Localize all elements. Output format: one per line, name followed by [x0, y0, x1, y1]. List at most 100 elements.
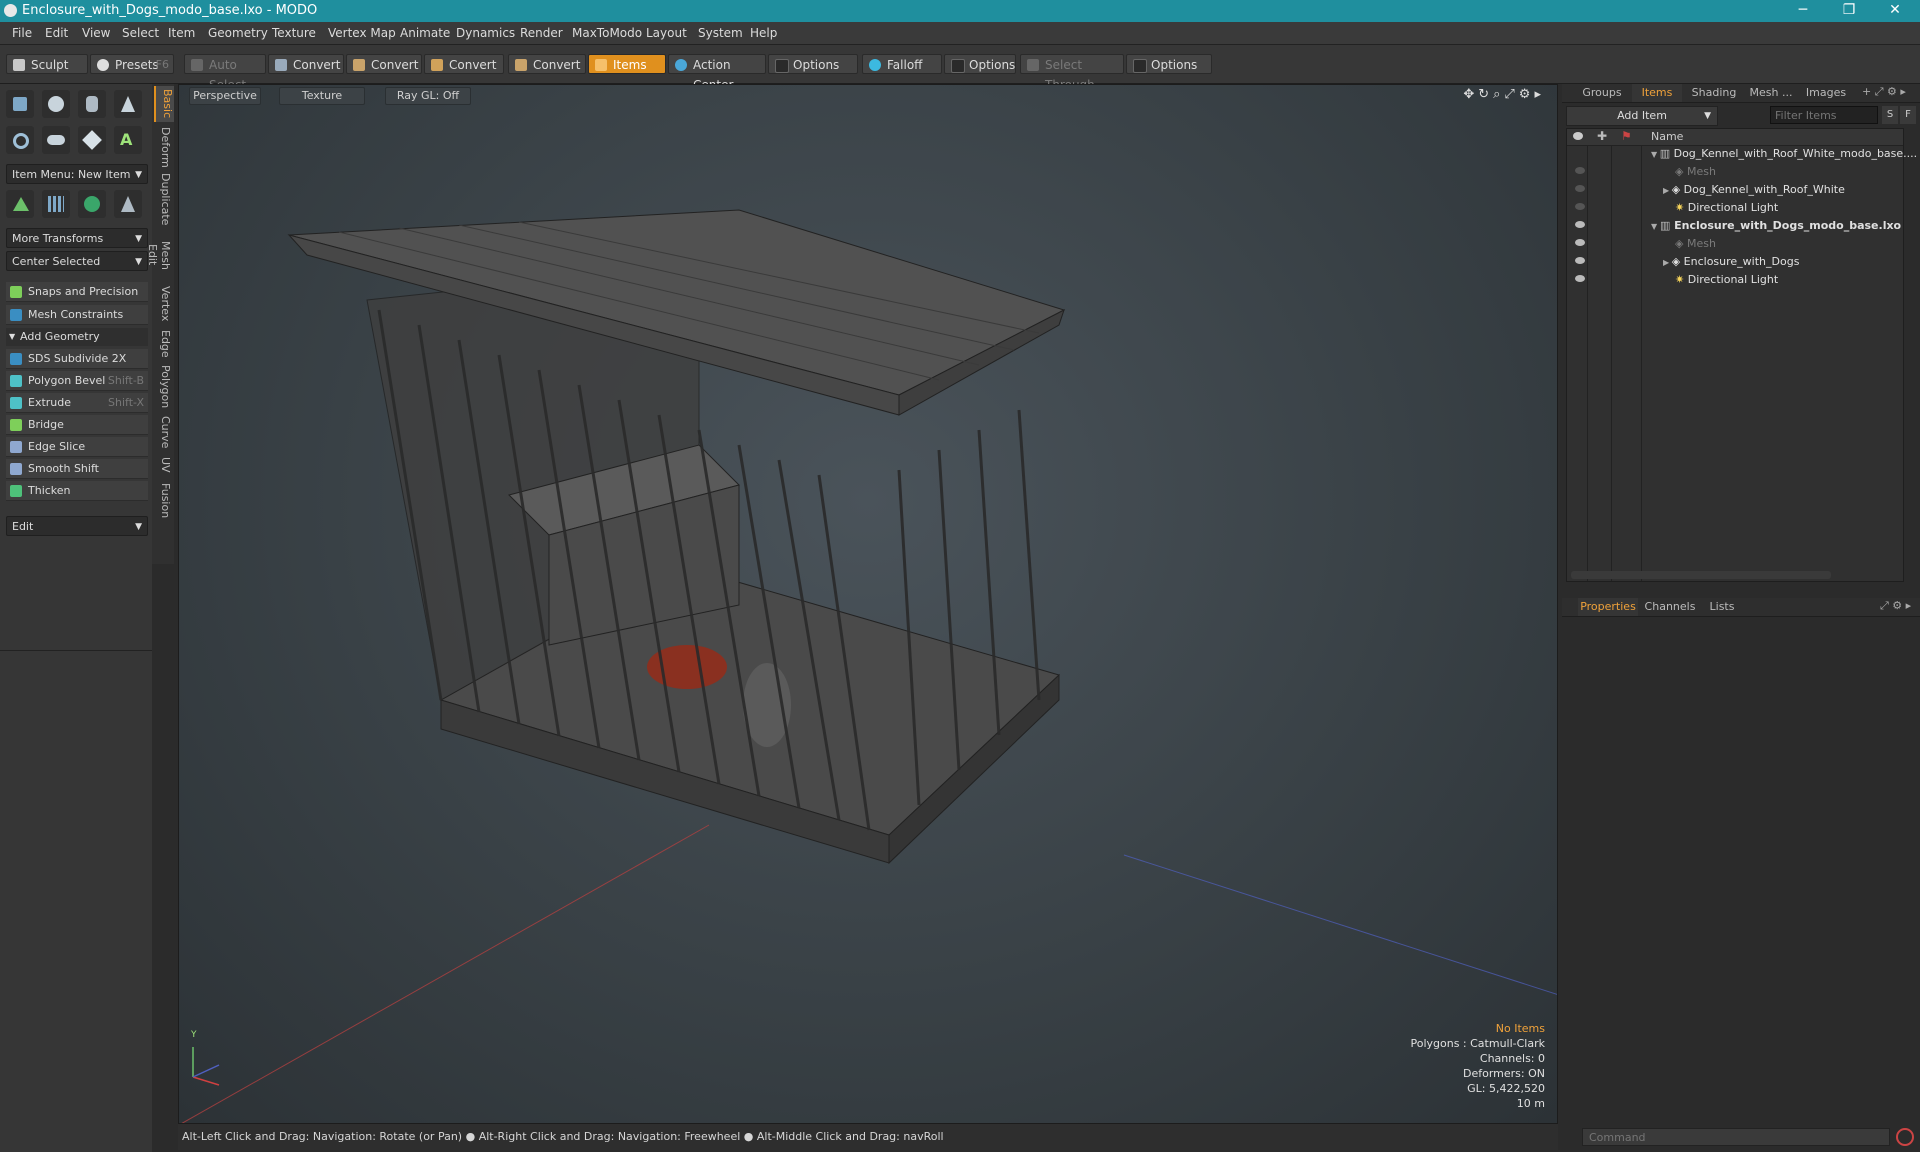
- vtab-mesh-edit[interactable]: Mesh Edit: [146, 230, 172, 280]
- menu-file[interactable]: File: [12, 26, 32, 40]
- menu-layout[interactable]: Layout: [646, 26, 687, 40]
- tab-mesh[interactable]: Mesh ...: [1744, 84, 1798, 102]
- vtab-curve[interactable]: Curve: [154, 414, 172, 450]
- globe-icon[interactable]: [78, 190, 106, 218]
- grid-icon[interactable]: [42, 190, 70, 218]
- add-item-dropdown[interactable]: Add Item ▼: [1566, 106, 1718, 126]
- record-icon[interactable]: [1896, 1128, 1914, 1146]
- tab-channels[interactable]: Channels: [1642, 598, 1698, 616]
- presets-button[interactable]: Presets F6: [90, 54, 174, 74]
- convert-button-3[interactable]: Convert: [424, 54, 504, 74]
- convert-button-4[interactable]: Convert: [508, 54, 586, 74]
- extrude-button[interactable]: Extrude Shift-X: [6, 393, 148, 413]
- tree-item-scene-kennel[interactable]: ▼ ▥ Dog_Kennel_with_Roof_White_modo_base…: [1651, 145, 1917, 163]
- minimize-button[interactable]: ─: [1780, 0, 1826, 22]
- capsule-primitive-icon[interactable]: [42, 126, 70, 154]
- convert-button-2[interactable]: Convert: [346, 54, 422, 74]
- tab-shading[interactable]: Shading: [1686, 84, 1742, 102]
- options-button-2[interactable]: Options: [944, 54, 1016, 74]
- tree-item-kennel-mesh[interactable]: ▶ ◈ Dog_Kennel_with_Roof_White: [1663, 181, 1845, 199]
- filter-s-button[interactable]: S: [1882, 106, 1898, 124]
- visibility-eye-icon[interactable]: [1575, 275, 1585, 282]
- filter-items-input[interactable]: [1770, 106, 1878, 124]
- menu-render[interactable]: Render: [520, 26, 563, 40]
- panel-options-icon[interactable]: ⤢ ⚙ ▸: [1880, 599, 1911, 613]
- vtab-edge[interactable]: Edge: [154, 328, 172, 360]
- visibility-eye-icon[interactable]: [1575, 203, 1585, 210]
- options-button-1[interactable]: Options: [768, 54, 858, 74]
- menu-dynamics[interactable]: Dynamics: [456, 26, 515, 40]
- cylinder-primitive-icon[interactable]: [78, 90, 106, 118]
- tab-groups[interactable]: Groups: [1576, 84, 1628, 102]
- edge-slice-button[interactable]: Edge Slice: [6, 437, 148, 457]
- tree-item-scene-enclosure[interactable]: ▼ ▥ Enclosure_with_Dogs_modo_base.lxo: [1651, 217, 1901, 235]
- name-column-header[interactable]: Name: [1651, 130, 1683, 143]
- vtab-vertex[interactable]: Vertex: [154, 284, 172, 324]
- 3d-viewport[interactable]: Perspective Texture Ray GL: Off ✥↻⌕⤢⚙▸ Y…: [178, 84, 1558, 1124]
- polygon-bevel-button[interactable]: Polygon Bevel Shift-B: [6, 371, 148, 391]
- visibility-eye-icon[interactable]: [1575, 185, 1585, 192]
- action-center-button[interactable]: Action Center: [668, 54, 766, 92]
- menu-vertex-map[interactable]: Vertex Map: [328, 26, 396, 40]
- menu-select[interactable]: Select: [122, 26, 159, 40]
- menu-animate[interactable]: Animate: [400, 26, 450, 40]
- pen-tool-icon[interactable]: [78, 126, 106, 154]
- menu-geometry[interactable]: Geometry: [208, 26, 268, 40]
- edit-dropdown[interactable]: Edit ▼: [6, 516, 148, 536]
- torus-primitive-icon[interactable]: [6, 126, 34, 154]
- maximize-button[interactable]: ❐: [1826, 0, 1872, 22]
- pyramid-icon[interactable]: [114, 190, 142, 218]
- tab-items[interactable]: Items: [1632, 84, 1682, 102]
- tree-item-mesh[interactable]: ◈ Mesh: [1675, 235, 1716, 253]
- visibility-eye-icon[interactable]: [1575, 239, 1585, 246]
- vtab-deform[interactable]: Deform: [154, 126, 172, 168]
- sds-subdivide-button[interactable]: SDS Subdivide 2X: [6, 349, 148, 369]
- falloff-button[interactable]: Falloff: [862, 54, 942, 74]
- mesh-constraints-button[interactable]: Mesh Constraints: [6, 305, 148, 325]
- vtab-basic[interactable]: Basic: [154, 86, 174, 122]
- tree-item-enclosure-mesh[interactable]: ▶ ◈ Enclosure_with_Dogs: [1663, 253, 1799, 271]
- item-menu-dropdown[interactable]: Item Menu: New Item ▼: [6, 164, 148, 184]
- menu-item[interactable]: Item: [168, 26, 195, 40]
- cone-primitive-icon[interactable]: [114, 90, 142, 118]
- menu-system[interactable]: System: [698, 26, 743, 40]
- visibility-eye-icon[interactable]: [1575, 167, 1585, 174]
- add-tab-icon[interactable]: + ⤢ ⚙ ▸: [1862, 85, 1906, 99]
- auto-select-button[interactable]: Auto Select: [184, 54, 266, 92]
- center-selected-dropdown[interactable]: Center Selected ▼: [6, 251, 148, 271]
- cube-primitive-icon[interactable]: [6, 90, 34, 118]
- menu-view[interactable]: View: [82, 26, 110, 40]
- text-tool-icon[interactable]: A: [114, 126, 142, 154]
- filter-f-button[interactable]: F: [1900, 106, 1916, 124]
- tab-properties[interactable]: Properties: [1578, 598, 1638, 616]
- vtab-uv[interactable]: UV: [154, 454, 172, 476]
- horizontal-scrollbar[interactable]: [1571, 571, 1831, 579]
- close-button[interactable]: ✕: [1872, 0, 1918, 22]
- smooth-shift-button[interactable]: Smooth Shift: [6, 459, 148, 479]
- command-input[interactable]: [1582, 1128, 1890, 1146]
- tree-item-mesh[interactable]: ◈ Mesh: [1675, 163, 1716, 181]
- options-button-3[interactable]: Options: [1126, 54, 1212, 74]
- tree-item-light[interactable]: ✷ Directional Light: [1675, 271, 1778, 289]
- snaps-precision-button[interactable]: Snaps and Precision: [6, 282, 148, 302]
- menu-texture[interactable]: Texture: [272, 26, 316, 40]
- sphere-primitive-icon[interactable]: [42, 90, 70, 118]
- visibility-eye-icon[interactable]: [1575, 257, 1585, 264]
- menu-help[interactable]: Help: [750, 26, 777, 40]
- vtab-duplicate[interactable]: Duplicate: [154, 172, 172, 226]
- tab-lists[interactable]: Lists: [1702, 598, 1742, 616]
- vtab-fusion[interactable]: Fusion: [154, 480, 172, 522]
- convert-button-1[interactable]: Convert: [268, 54, 344, 74]
- tree-item-light[interactable]: ✷ Directional Light: [1675, 199, 1778, 217]
- transform-icon[interactable]: [6, 190, 34, 218]
- sculpt-button[interactable]: Sculpt: [6, 54, 88, 74]
- vtab-polygon[interactable]: Polygon: [154, 364, 172, 410]
- thicken-button[interactable]: Thicken: [6, 481, 148, 501]
- menu-maxtomodo[interactable]: MaxToModo: [572, 26, 642, 40]
- visibility-eye-icon[interactable]: [1575, 221, 1585, 228]
- more-transforms-dropdown[interactable]: More Transforms ▼: [6, 228, 148, 248]
- items-mode-button[interactable]: Items: [588, 54, 666, 74]
- select-through-button[interactable]: Select Through: [1020, 54, 1124, 92]
- tab-images[interactable]: Images: [1802, 84, 1850, 102]
- menu-edit[interactable]: Edit: [45, 26, 68, 40]
